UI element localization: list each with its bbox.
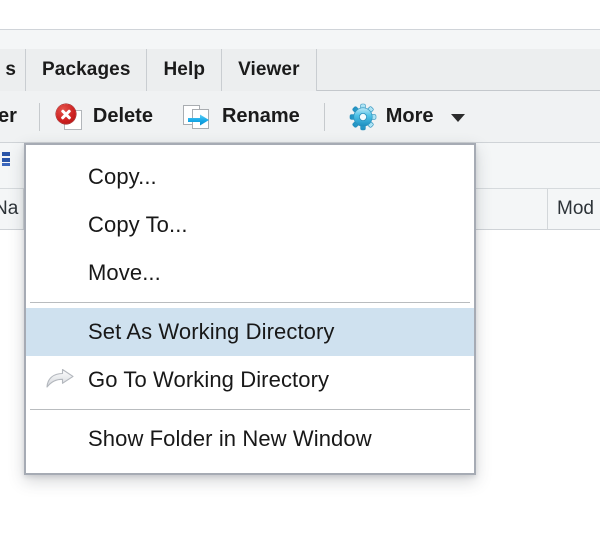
tab-label: s <box>5 59 16 80</box>
delete-button-label: Delete <box>92 105 153 127</box>
tab-viewer[interactable]: Viewer <box>222 49 317 91</box>
tab-label: Packages <box>42 59 131 80</box>
menu-item-go-to-working-directory[interactable]: Go To Working Directory <box>26 356 474 404</box>
tab-help[interactable]: Help <box>147 49 223 91</box>
tab-clipped-partial[interactable]: s <box>0 49 26 91</box>
menu-item-copy-to[interactable]: Copy To... <box>26 201 474 249</box>
tab-list: s Packages Help Viewer <box>0 49 317 91</box>
more-button-label: More <box>385 105 434 127</box>
column-divider-2[interactable] <box>547 189 548 229</box>
menu-item-label: Copy To... <box>88 212 188 237</box>
more-dropdown-menu[interactable]: Copy... Copy To... Move... Set As Workin… <box>24 143 476 475</box>
menu-separator-2 <box>30 409 470 410</box>
pane-tab-row: s Packages Help Viewer <box>0 49 600 91</box>
menu-item-label: Show Folder in New Window <box>88 426 372 451</box>
tab-label: Viewer <box>238 59 300 80</box>
window-top-strip <box>0 0 600 29</box>
rename-arrow-glyph <box>187 114 209 125</box>
column-header-modified[interactable]: Mod <box>557 189 594 229</box>
menu-item-set-as-working-directory[interactable]: Set As Working Directory <box>26 308 474 356</box>
delete-button[interactable]: Delete <box>52 101 157 133</box>
menu-item-label: Copy... <box>88 164 157 189</box>
toolbar-separator <box>38 102 40 131</box>
rename-icon <box>182 103 213 131</box>
tab-label: Help <box>163 59 206 80</box>
menu-item-label: Move... <box>88 260 161 285</box>
new-folder-button-clipped[interactable]: er <box>0 105 27 128</box>
menu-item-show-folder-in-new-window[interactable]: Show Folder in New Window <box>26 415 474 463</box>
menu-item-move[interactable]: Move... <box>26 249 474 297</box>
tab-packages[interactable]: Packages <box>26 49 148 91</box>
gear-icon <box>349 103 377 130</box>
folder-blue-icon-clipped <box>2 151 16 167</box>
delete-icon <box>55 103 84 131</box>
tabbar-background <box>0 30 600 49</box>
curved-arrow-icon <box>40 365 80 395</box>
chevron-down-icon <box>450 114 465 122</box>
rename-button-label: Rename <box>221 105 300 127</box>
rename-button[interactable]: Rename <box>179 101 304 133</box>
more-button[interactable]: More <box>345 101 469 133</box>
files-toolbar: er Delete Rename More <box>0 91 600 143</box>
menu-item-copy[interactable]: Copy... <box>26 153 474 201</box>
menu-item-label: Set As Working Directory <box>88 319 335 344</box>
menu-separator-1 <box>30 302 470 303</box>
toolbar-separator-2 <box>323 102 325 131</box>
